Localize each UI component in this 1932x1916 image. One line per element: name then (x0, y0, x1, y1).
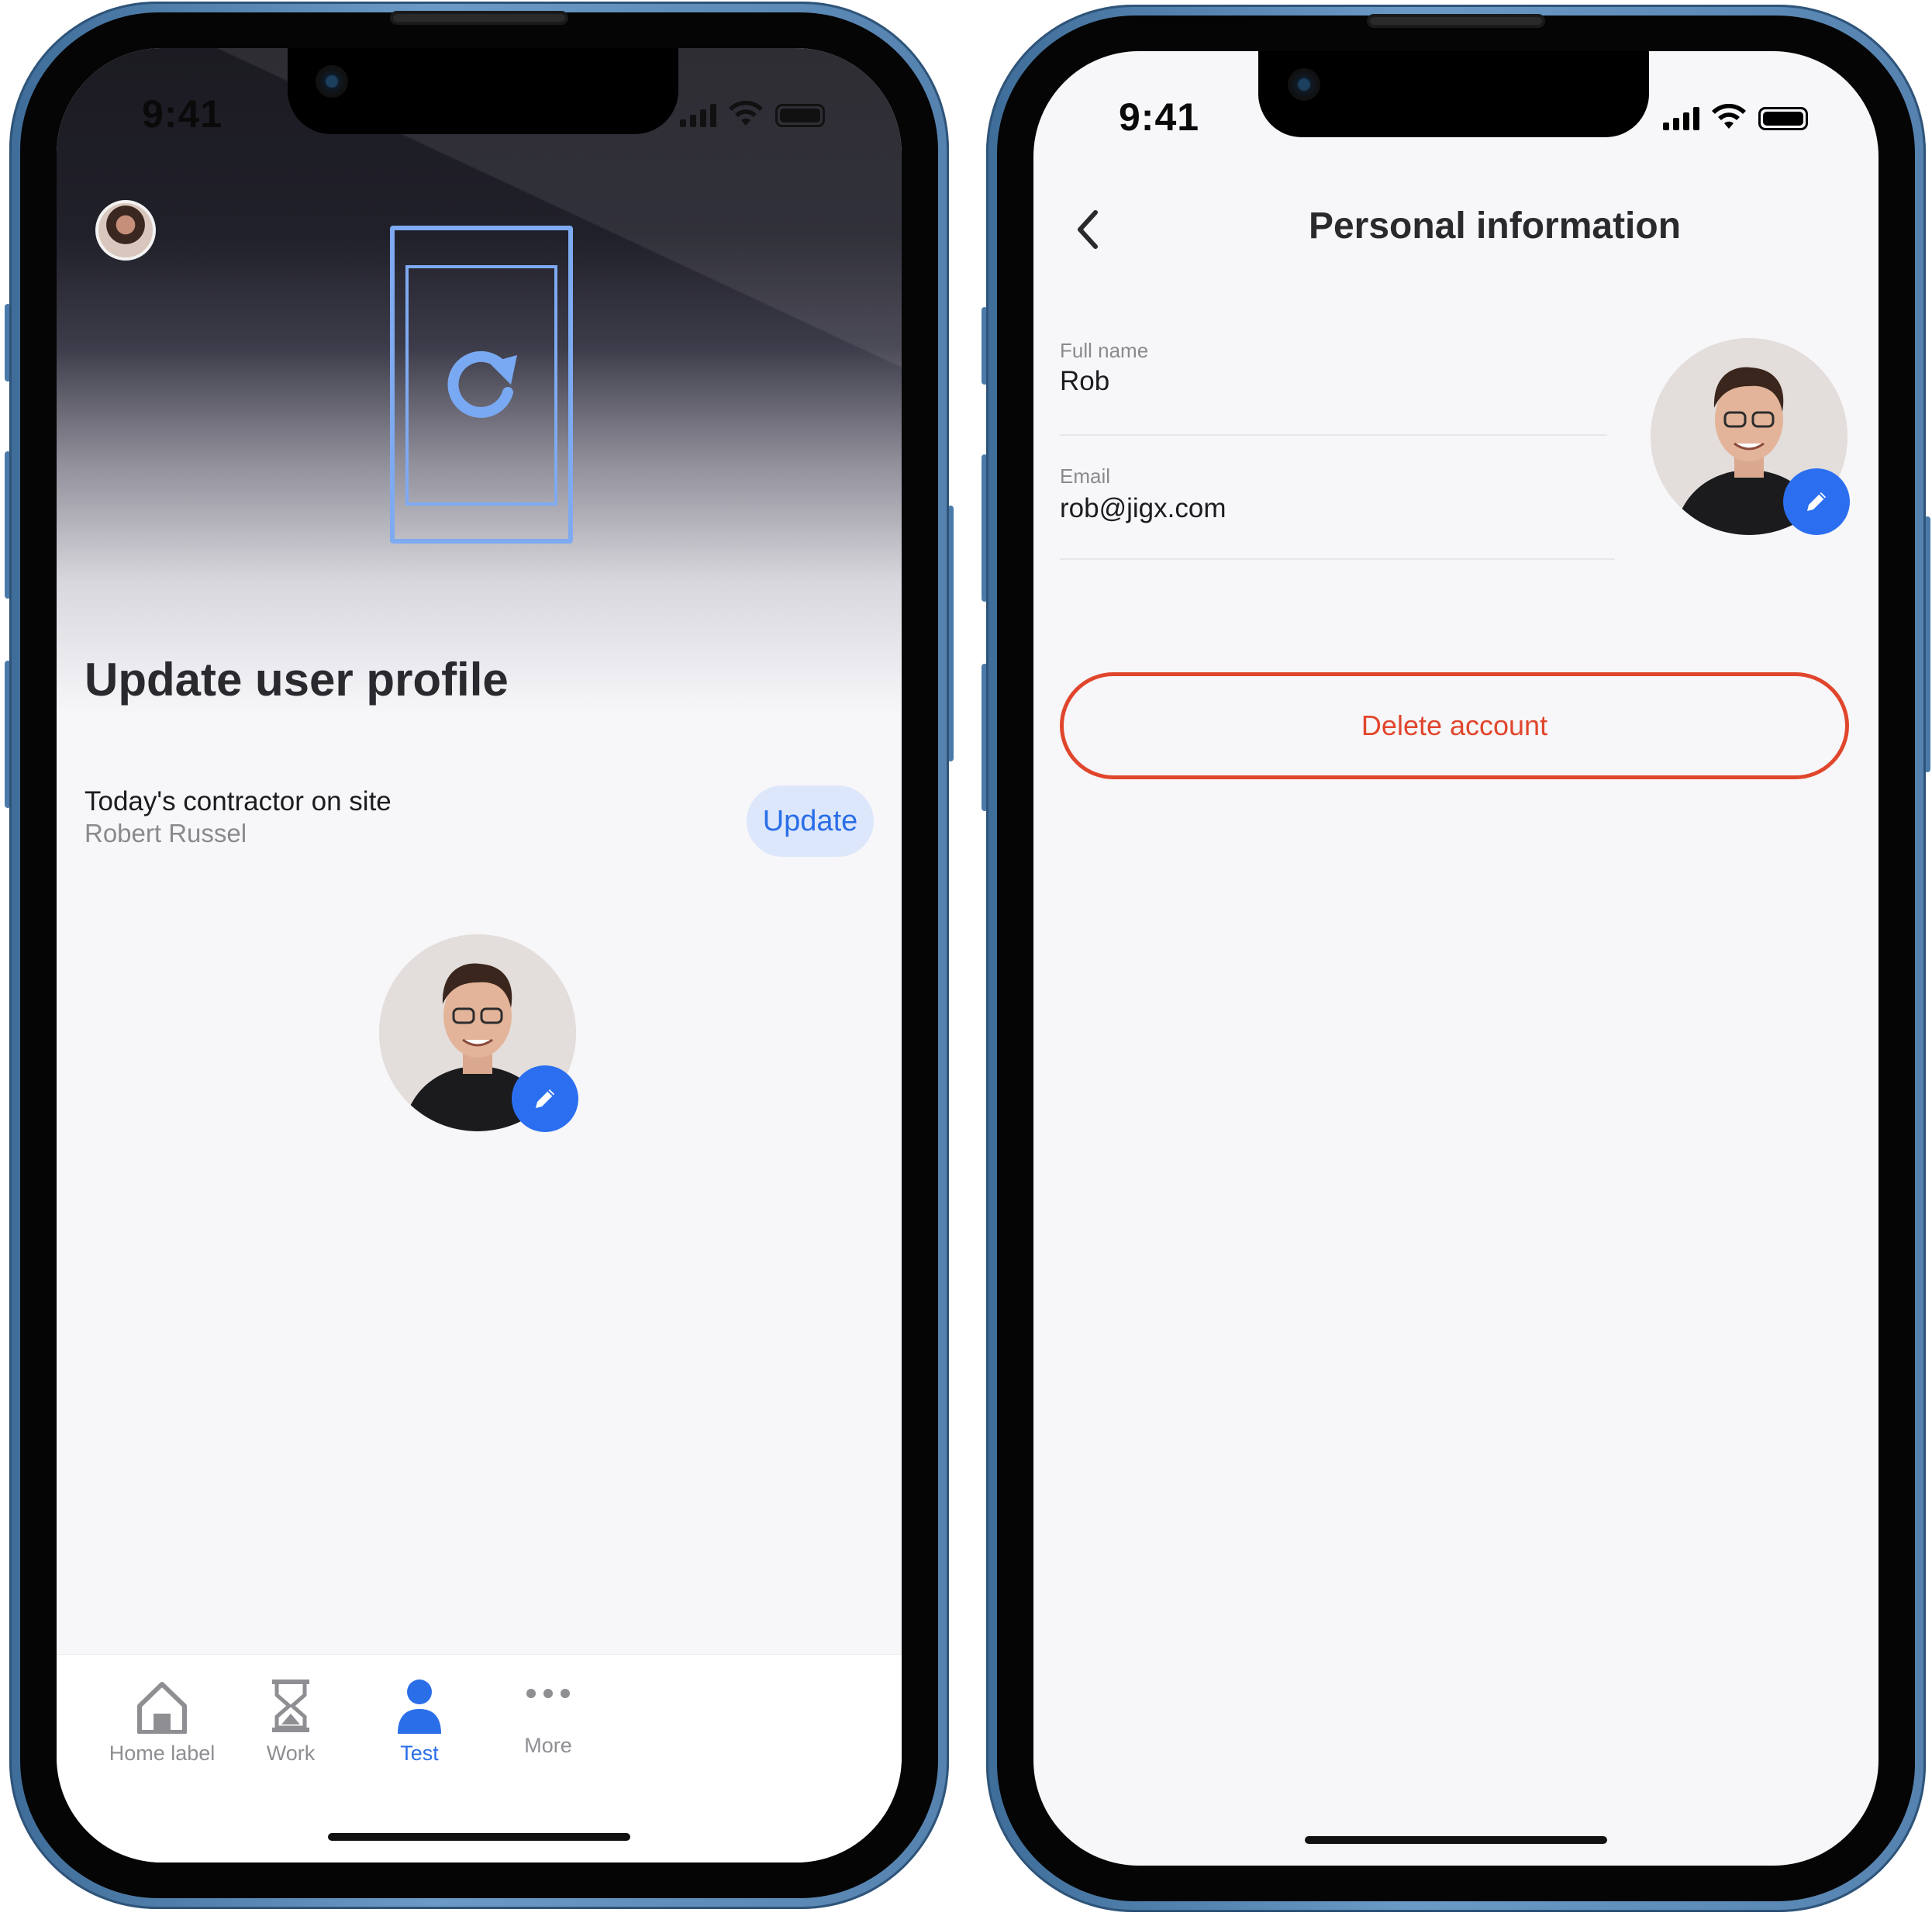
full-name-value[interactable]: Rob (1060, 366, 1109, 397)
edit-avatar-button[interactable] (512, 1065, 578, 1132)
email-value[interactable]: rob@jigx.com (1060, 493, 1226, 524)
page-title: Update user profile (85, 654, 509, 706)
right-screen: 9:41 Personal information Full name Rob … (1033, 51, 1879, 1866)
tab-label-home: Home label (109, 1742, 216, 1765)
more-icon (526, 1689, 570, 1698)
update-button[interactable]: Update (747, 785, 874, 857)
tab-work[interactable]: Work (221, 1678, 361, 1766)
pencil-icon (536, 1089, 554, 1108)
status-icons (680, 101, 825, 127)
left-screen: 9:41 Update user profile Today's contrac… (57, 48, 902, 1862)
tab-bar: Home label Work Test More (57, 1654, 902, 1862)
wifi-icon (729, 101, 763, 126)
signal-icon (680, 102, 716, 127)
person-icon (398, 1680, 441, 1734)
user-avatar-thumbnail[interactable] (95, 200, 156, 261)
tab-test[interactable]: Test (350, 1678, 489, 1766)
home-indicator (328, 1833, 630, 1841)
nav-title: Personal information (1308, 205, 1682, 247)
tab-label-test: Test (400, 1742, 439, 1765)
home-indicator (1305, 1836, 1607, 1844)
right-phone: 9:41 Personal information Full name Rob … (982, 5, 1930, 1912)
left-phone: 9:41 Update user profile Today's contrac… (5, 2, 954, 1909)
battery-icon (1758, 107, 1808, 130)
front-camera (316, 65, 348, 98)
refresh-icon (447, 350, 517, 418)
hourglass-icon (272, 1680, 309, 1732)
contractor-label: Today's contractor on site (85, 786, 392, 816)
tab-more[interactable]: More (478, 1678, 618, 1758)
wifi-icon (1712, 104, 1746, 129)
divider (1060, 434, 1607, 436)
status-time: 9:41 (142, 92, 223, 136)
speaker-grille (393, 14, 565, 22)
divider (1060, 558, 1615, 560)
house-icon (137, 1682, 187, 1734)
signal-icon (1663, 105, 1699, 130)
contractor-name: Robert Russel (85, 819, 247, 848)
tab-label-work: Work (266, 1742, 316, 1765)
tab-label-more: More (524, 1734, 572, 1757)
speaker-grille (1370, 17, 1542, 25)
full-name-label: Full name (1060, 339, 1149, 362)
pencil-icon (1807, 492, 1826, 511)
battery-icon (775, 104, 825, 127)
edit-avatar-button[interactable] (1783, 468, 1850, 535)
delete-account-button[interactable]: Delete account (1060, 672, 1849, 779)
status-icons (1663, 104, 1808, 130)
tab-home[interactable]: Home label (92, 1678, 232, 1766)
email-label: Email (1060, 464, 1111, 488)
notch (288, 48, 678, 134)
front-camera (1288, 68, 1320, 101)
status-time: 9:41 (1119, 95, 1200, 139)
